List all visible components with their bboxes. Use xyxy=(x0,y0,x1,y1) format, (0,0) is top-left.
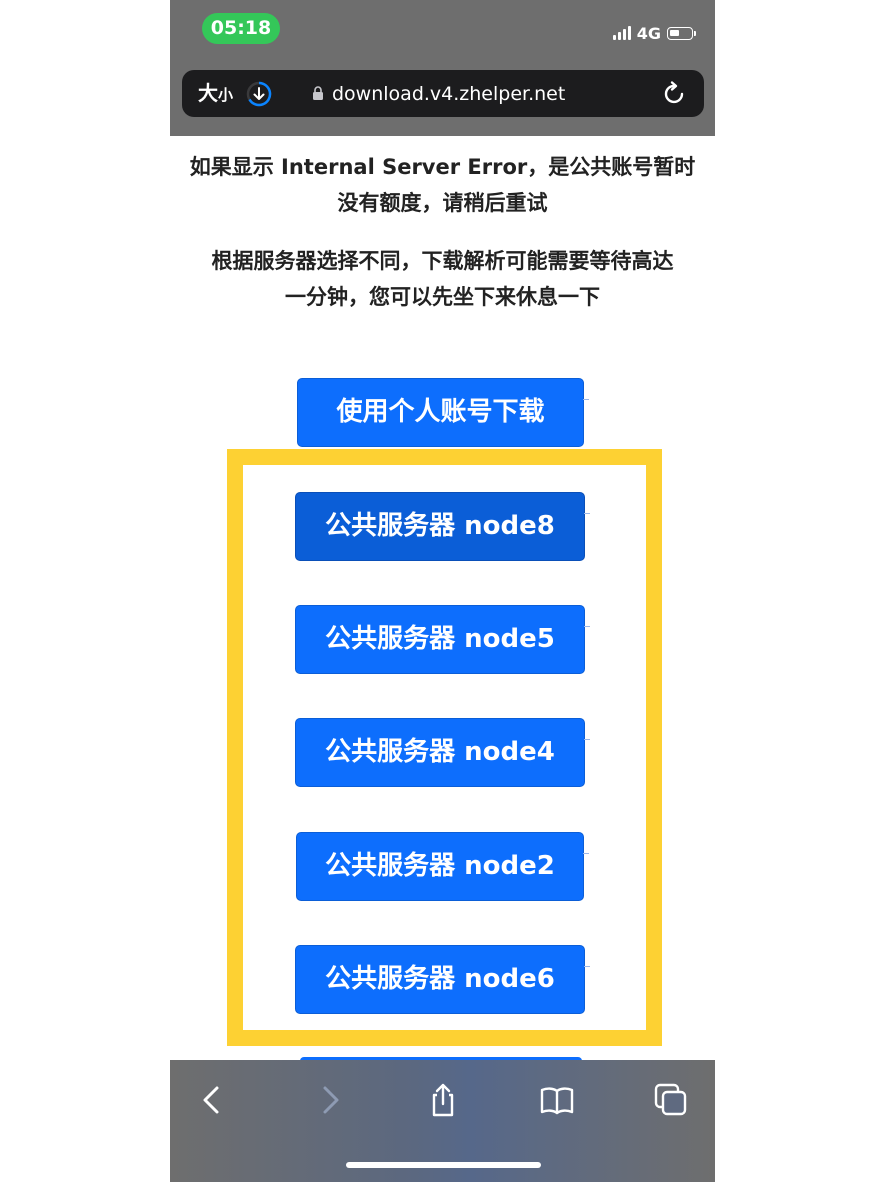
reload-icon[interactable] xyxy=(661,80,688,107)
error-hint-line-1: 如果显示 Internal Server Error，是公共账号暂时 xyxy=(189,155,696,179)
server-node5-button[interactable]: 公共服务器 node5 xyxy=(295,605,590,674)
wait-hint-line-1: 根据服务器选择不同，下载解析可能需要等待高达 xyxy=(211,249,674,273)
back-icon[interactable] xyxy=(194,1082,230,1118)
server-node2-button[interactable]: 公共服务器 node2 xyxy=(296,832,589,901)
phone-screen: 05:18 4G 大小 download.v4.zhelper.net 如果显示… xyxy=(170,0,715,1182)
error-hint-message: 如果显示 Internal Server Error，是公共账号暂时 没有额度，… xyxy=(170,149,715,221)
button-tick xyxy=(583,399,589,400)
bookmarks-icon[interactable] xyxy=(539,1082,575,1118)
wait-hint-message: 根据服务器选择不同，下载解析可能需要等待高达 一分钟，您可以先坐下来休息一下 xyxy=(170,243,715,315)
server-node6-button[interactable]: 公共服务器 node6 xyxy=(295,945,590,1014)
button-tick xyxy=(584,513,590,514)
status-indicators: 4G xyxy=(612,22,696,44)
tabs-icon[interactable] xyxy=(653,1082,689,1118)
personal-account-download-button[interactable]: 使用个人账号下载 xyxy=(297,378,589,447)
button-tick xyxy=(584,966,590,967)
download-progress-icon[interactable] xyxy=(246,81,272,107)
browser-top-bar: 05:18 4G 大小 download.v4.zhelper.net xyxy=(170,0,715,136)
signal-icon xyxy=(612,26,631,40)
button-tick xyxy=(583,853,589,854)
button-tick xyxy=(584,739,590,740)
server-node6-label: 公共服务器 node6 xyxy=(325,964,555,994)
home-indicator[interactable] xyxy=(346,1162,541,1168)
server-node2-label: 公共服务器 node2 xyxy=(325,851,555,881)
text-size-big: 大 xyxy=(198,81,218,105)
server-node5-label: 公共服务器 node5 xyxy=(325,624,555,654)
wait-hint-line-2: 一分钟，您可以先坐下来休息一下 xyxy=(285,285,600,309)
server-node4-button[interactable]: 公共服务器 node4 xyxy=(295,718,590,787)
forward-icon[interactable] xyxy=(312,1082,348,1118)
lock-icon xyxy=(313,86,323,100)
server-node8-label: 公共服务器 node8 xyxy=(325,511,555,541)
text-size-small: 小 xyxy=(218,86,234,104)
server-node4-label: 公共服务器 node4 xyxy=(325,737,555,767)
network-type: 4G xyxy=(636,23,661,43)
battery-icon xyxy=(667,26,696,40)
url-text: download.v4.zhelper.net xyxy=(332,82,566,105)
server-node8-button[interactable]: 公共服务器 node8 xyxy=(295,492,590,561)
personal-account-download-label: 使用个人账号下载 xyxy=(336,397,545,427)
address-bar[interactable]: 大小 download.v4.zhelper.net xyxy=(182,70,704,117)
button-tick xyxy=(584,626,590,627)
status-time: 05:18 xyxy=(202,13,280,44)
share-icon[interactable] xyxy=(425,1082,461,1118)
url-display[interactable]: download.v4.zhelper.net xyxy=(312,70,565,117)
text-size-button[interactable]: 大小 xyxy=(198,70,233,117)
error-hint-line-2: 没有额度，请稍后重试 xyxy=(337,191,548,215)
